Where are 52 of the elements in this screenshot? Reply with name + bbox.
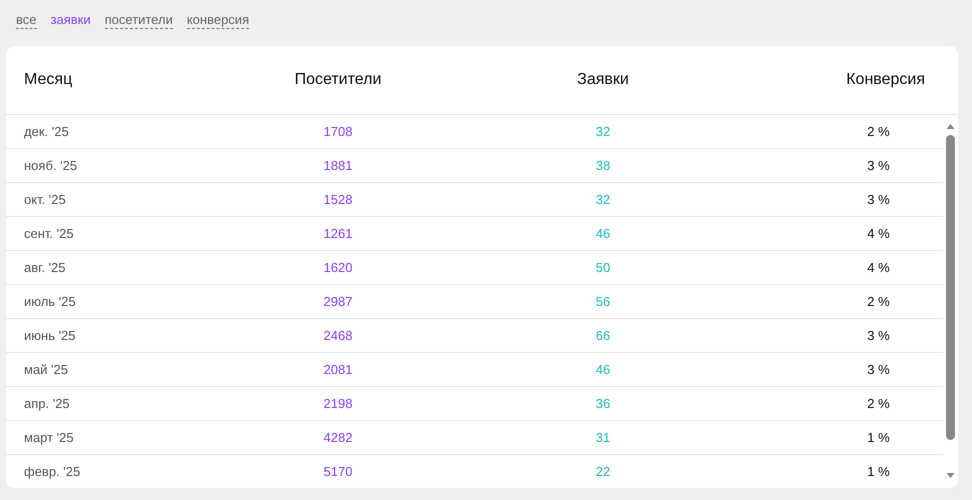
month-cell-text: февр. '25: [24, 464, 82, 479]
requests-cell-text: 46: [594, 362, 612, 377]
visitors-cell-text: 4282: [322, 430, 354, 445]
visitors-cell-text: 2468: [322, 328, 354, 343]
requests-cell-text: 56: [594, 294, 612, 309]
requests-cell-text: 66: [594, 328, 612, 343]
conversion-cell-text: 3 %: [866, 192, 891, 207]
filter-link[interactable]: посетители: [104, 12, 173, 29]
conversion-cell-text: 2 %: [866, 396, 891, 411]
column-header: Конверсия: [845, 71, 925, 89]
column-header: Месяц: [24, 71, 74, 89]
conversion-cell-text: 3 %: [866, 158, 891, 173]
requests-cell-text: 31: [594, 430, 612, 445]
month-cell-text: апр. '25: [24, 396, 71, 411]
visitors-cell-text: 2987: [322, 294, 354, 309]
month-cell-text: июнь '25: [24, 328, 77, 343]
conversion-cell-text: 1 %: [866, 430, 891, 445]
visitors-cell-text: 2198: [322, 396, 354, 411]
column-header: Посетители: [294, 71, 382, 89]
requests-cell-text: 38: [594, 158, 612, 173]
visitors-cell-text: 1620: [322, 260, 354, 275]
conversion-cell-text: 4 %: [866, 226, 891, 241]
conversion-cell-text: 1 %: [866, 464, 891, 479]
month-cell-text: окт. '25: [24, 192, 67, 207]
month-cell-text: авг. '25: [24, 260, 66, 275]
visitors-cell-text: 1708: [322, 124, 354, 139]
filter-link[interactable]: конверсия: [186, 12, 250, 29]
filter-link[interactable]: заявки: [50, 12, 91, 29]
requests-cell-text: 32: [594, 124, 612, 139]
month-cell-text: май '25: [24, 362, 69, 377]
month-cell-text: нояб. '25: [24, 158, 78, 173]
requests-cell-text: 46: [594, 226, 612, 241]
conversion-cell-text: 3 %: [866, 328, 891, 343]
visitors-cell-text: 1528: [322, 192, 354, 207]
month-cell-text: дек. '25: [24, 124, 70, 139]
requests-cell-text: 36: [594, 396, 612, 411]
visitors-cell-text: 2081: [322, 362, 354, 377]
conversion-cell-text: 4 %: [866, 260, 891, 275]
month-cell-text: март '25: [24, 430, 75, 445]
column-header: Заявки: [576, 71, 630, 89]
requests-cell-text: 32: [594, 192, 612, 207]
conversion-cell-text: 2 %: [866, 294, 891, 309]
visitors-cell-text: 1261: [322, 226, 354, 241]
requests-cell-text: 50: [594, 260, 612, 275]
conversion-cell-text: 3 %: [866, 362, 891, 377]
month-cell-text: сент. '25: [24, 226, 75, 241]
conversion-cell-text: 2 %: [866, 124, 891, 139]
month-cell-text: июль '25: [24, 294, 77, 309]
filter-link[interactable]: все: [16, 12, 36, 29]
requests-cell-text: 22: [594, 464, 612, 479]
visitors-cell-text: 1881: [322, 158, 354, 173]
visitors-cell-text: 5170: [322, 464, 354, 479]
